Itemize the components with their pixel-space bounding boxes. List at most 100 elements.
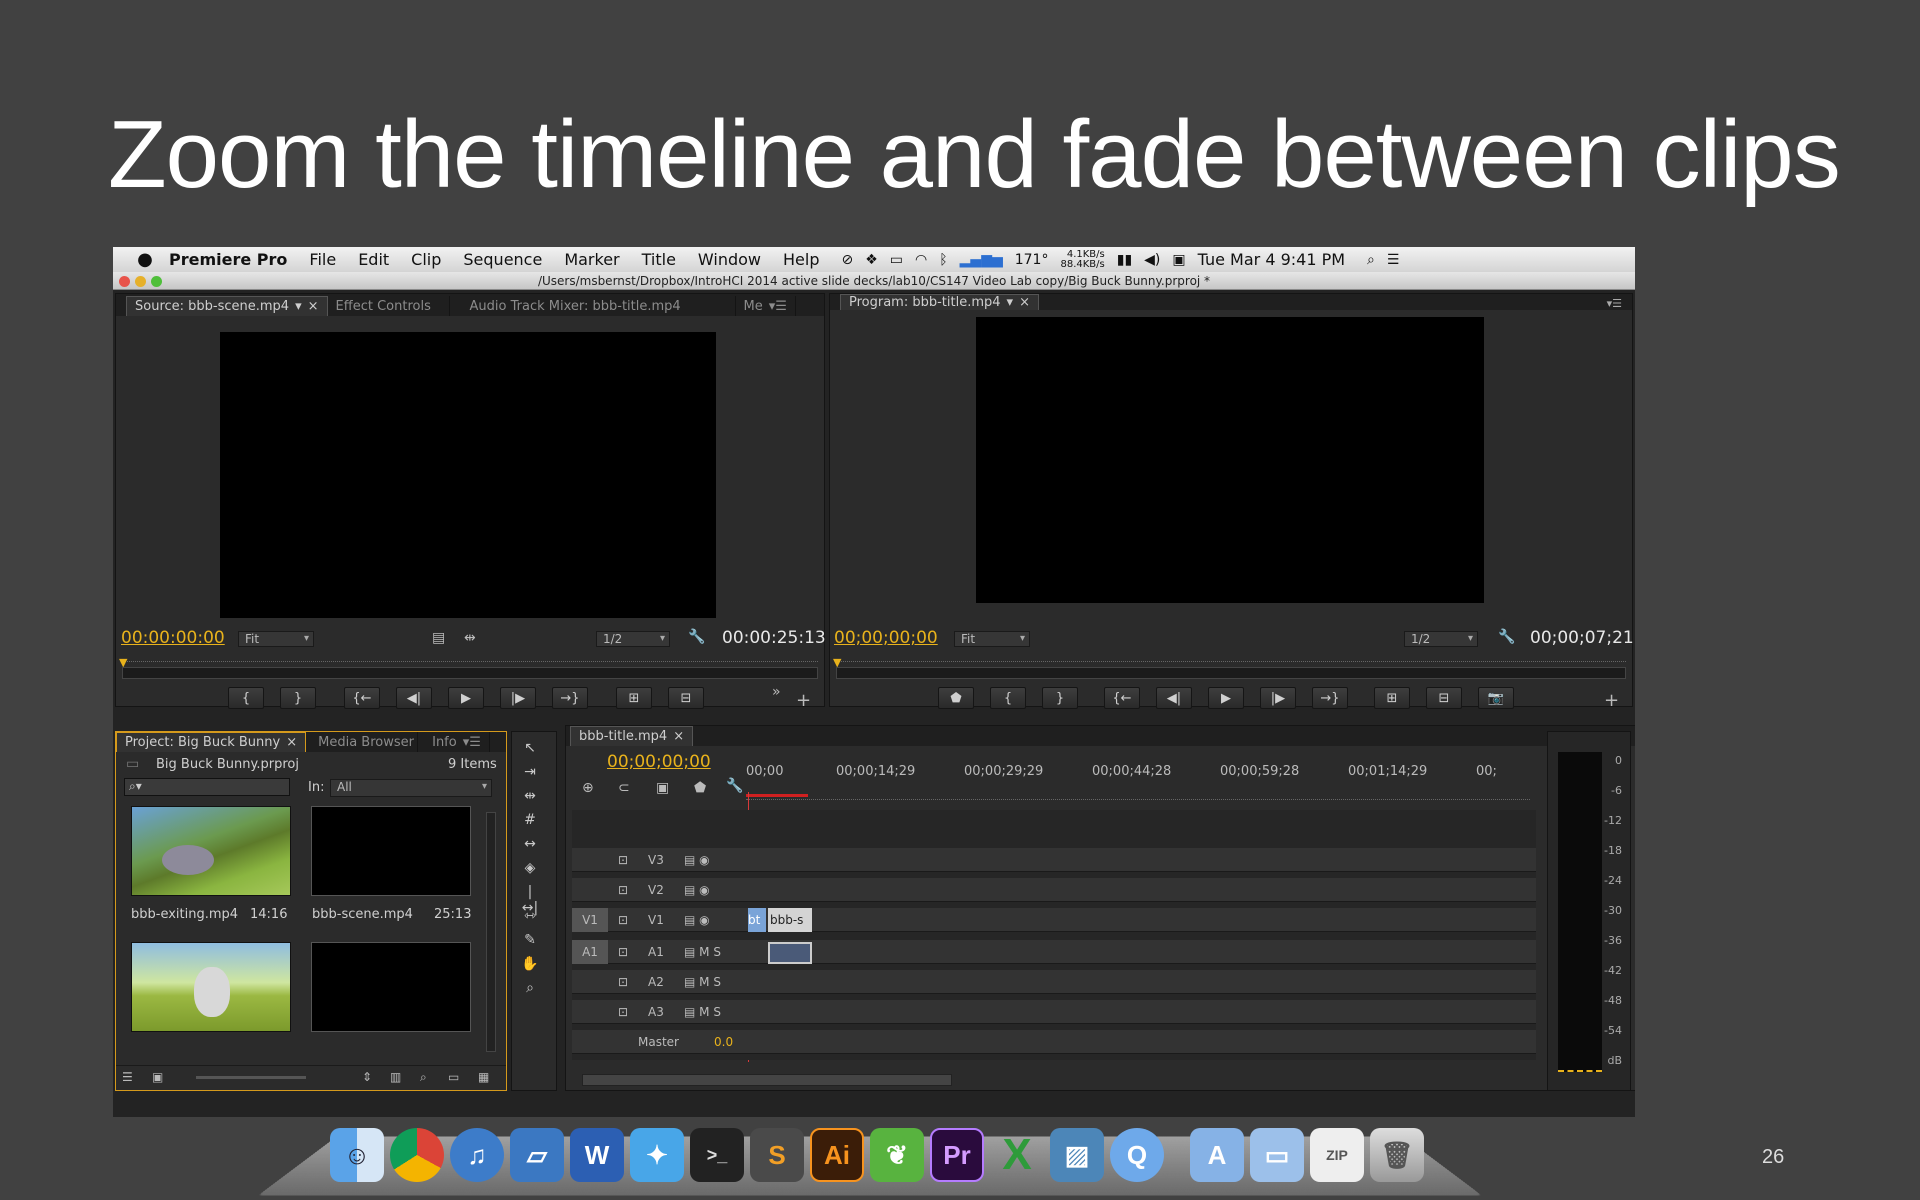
play-button[interactable]: ▶ (1208, 687, 1244, 709)
track-v2[interactable]: V2 ⊡ ▤ ◉ (572, 878, 1536, 902)
clip-thumbnail-title[interactable] (311, 942, 471, 1032)
find-icon[interactable]: ⌕ (420, 1070, 427, 1085)
close-icon[interactable]: × (286, 735, 297, 750)
track-master[interactable]: Master 0.0 (572, 1030, 1536, 1054)
snap-icon[interactable]: ⊕ (582, 780, 594, 796)
menu-clip[interactable]: Clip (411, 250, 441, 269)
wifi-icon[interactable]: ◠ (915, 252, 927, 268)
tab-metadata[interactable]: Me ▾☰ (736, 296, 796, 316)
excel-icon[interactable]: X (990, 1128, 1044, 1182)
step-forward-button[interactable]: |▶ (1260, 687, 1296, 709)
twitter-icon[interactable]: ✦ (630, 1128, 684, 1182)
step-back-button[interactable]: ◀| (396, 687, 432, 709)
tab-audio-mixer[interactable]: Audio Track Mixer: bbb-title.mp4 (450, 296, 736, 316)
memory-icon[interactable]: ▮▮ (1117, 252, 1132, 268)
program-video-screen[interactable] (976, 317, 1484, 603)
tab-source[interactable]: Source: bbb-scene.mp4 ▾ × (126, 296, 328, 316)
add-button-icon[interactable]: + (796, 690, 811, 711)
tab-project[interactable]: Project: Big Buck Bunny × (116, 732, 307, 752)
source-a1-patch[interactable]: A1 (572, 940, 608, 964)
eye-icon[interactable]: ▤ ◉ (684, 853, 710, 867)
sublime-icon[interactable]: S (750, 1128, 804, 1182)
eye-icon[interactable]: ▤ ◉ (684, 913, 710, 927)
step-forward-button[interactable]: |▶ (500, 687, 536, 709)
program-time-ruler[interactable] (836, 652, 1626, 662)
track-a2[interactable]: A2 ⊡ ▤ M S (572, 970, 1536, 994)
program-zoom-bar[interactable] (836, 667, 1626, 679)
list-view-icon[interactable]: ☰ (122, 1070, 133, 1084)
evernote-icon[interactable]: ❦ (870, 1128, 924, 1182)
rate-stretch-tool-icon[interactable]: ↔ (520, 836, 540, 856)
go-to-in-button[interactable]: {← (344, 687, 380, 709)
lock-icon[interactable]: ⊡ (618, 913, 628, 927)
menu-file[interactable]: File (309, 250, 336, 269)
quicktime-icon[interactable]: Q (1110, 1128, 1164, 1182)
sync-icon[interactable]: ⊘ (842, 252, 854, 268)
slide-tool-icon[interactable]: ⇿ (520, 908, 540, 928)
source-v1-patch[interactable]: V1 (572, 908, 608, 932)
close-window-icon[interactable] (119, 276, 130, 287)
go-to-out-button[interactable]: →} (1312, 687, 1348, 709)
apple-icon[interactable]: ● (135, 249, 155, 270)
illustrator-icon[interactable]: Ai (810, 1128, 864, 1182)
selection-tool-icon[interactable]: ↖ (520, 740, 540, 760)
work-area-bar[interactable] (746, 794, 808, 797)
mute-solo-icon[interactable]: ▤ M S (684, 1005, 721, 1019)
chrome-icon[interactable] (390, 1128, 444, 1182)
go-to-in-button[interactable]: {← (1104, 687, 1140, 709)
mark-in-button[interactable]: { (990, 687, 1026, 709)
zoom-slider[interactable] (196, 1076, 306, 1079)
wrench-icon[interactable]: 🔧 (1498, 629, 1515, 645)
menu-app-name[interactable]: Premiere Pro (169, 250, 287, 269)
menu-edit[interactable]: Edit (358, 250, 389, 269)
spotlight-icon[interactable]: ⌕ (1367, 252, 1375, 268)
panel-menu-icon[interactable]: ▾☰ (769, 299, 787, 314)
menu-marker[interactable]: Marker (564, 250, 619, 269)
audio-clip[interactable] (768, 942, 812, 964)
linked-selection-icon[interactable]: ⊂ (618, 780, 630, 796)
monitor-icon[interactable]: ▣ (1172, 252, 1185, 268)
razor-tool-icon[interactable]: ◈ (520, 860, 540, 880)
add-marker-icon[interactable]: ▣ (656, 780, 669, 796)
bluetooth-icon[interactable]: ᛒ (939, 252, 947, 268)
close-icon[interactable]: × (1019, 295, 1030, 310)
airplay-icon[interactable]: ▭ (890, 252, 903, 268)
menu-sequence[interactable]: Sequence (463, 250, 542, 269)
source-video-screen[interactable] (220, 332, 716, 618)
lock-icon[interactable]: ⊡ (618, 853, 628, 867)
hand-tool-icon[interactable]: ✋ (520, 956, 540, 976)
clock[interactable]: Tue Mar 4 9:41 PM (1198, 250, 1345, 269)
keynote-icon[interactable]: ▱ (510, 1128, 564, 1182)
zoom-window-icon[interactable] (151, 276, 162, 287)
dropdown-icon[interactable]: ▾ (295, 299, 302, 314)
volume-icon[interactable]: ◀) (1144, 252, 1160, 268)
lock-icon[interactable]: ⊡ (618, 883, 628, 897)
program-fit-select[interactable]: Fit (954, 631, 1030, 647)
master-volume[interactable]: 0.0 (714, 1035, 733, 1049)
network-speed[interactable]: 4.1KB/s 88.4KB/s (1060, 249, 1104, 270)
source-time-ruler[interactable] (122, 652, 818, 662)
premiere-icon[interactable]: Pr (930, 1128, 984, 1182)
program-resolution-select[interactable]: 1/2 (1404, 631, 1478, 647)
filmstrip-icon[interactable]: ▤ (432, 630, 445, 646)
tab-program[interactable]: Program: bbb-title.mp4 ▾ × (840, 294, 1039, 310)
more-controls-icon[interactable]: » (772, 684, 781, 700)
icon-view-icon[interactable]: ▣ (152, 1070, 163, 1084)
marker-icon[interactable]: ⬟ (694, 780, 706, 796)
minimize-window-icon[interactable] (135, 276, 146, 287)
iphoto-icon[interactable]: ▨ (1050, 1128, 1104, 1182)
mute-solo-icon[interactable]: ▤ M S (684, 945, 721, 959)
tab-media-browser[interactable]: Media Browser (306, 732, 419, 752)
rolling-edit-tool-icon[interactable]: # (520, 812, 540, 832)
program-timecode[interactable]: 00;00;00;00 (834, 628, 938, 648)
clip-thumbnail-scene[interactable] (311, 806, 471, 896)
lift-button[interactable]: ⊞ (1374, 687, 1410, 709)
ripple-edit-tool-icon[interactable]: ⇹ (520, 788, 540, 808)
track-v1[interactable]: V1 V1 ⊡ ▤ ◉ bt bbb-s (572, 908, 1536, 932)
menu-title[interactable]: Title (642, 250, 676, 269)
close-icon[interactable]: × (308, 299, 319, 314)
dropdown-icon[interactable]: ▾ (1007, 295, 1014, 310)
project-scrollbar[interactable] (486, 812, 496, 1052)
zip-file-icon[interactable]: ZIP (1310, 1128, 1364, 1182)
mute-solo-icon[interactable]: ▤ M S (684, 975, 721, 989)
